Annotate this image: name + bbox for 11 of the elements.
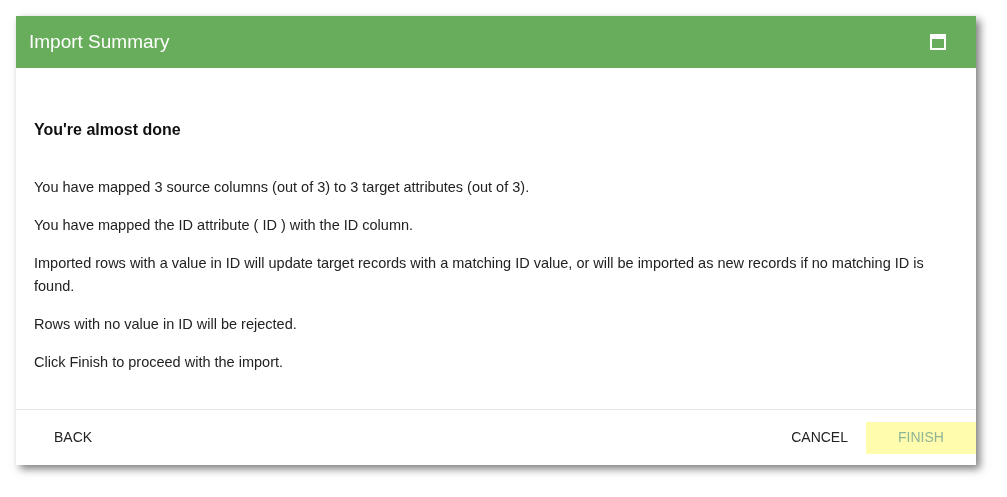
paragraph: Click Finish to proceed with the import. (34, 353, 284, 372)
dialog-button[interactable]: CANCEL (773, 421, 866, 454)
heading: You're almost done (34, 120, 182, 140)
paragraph: You have mapped 3 source columns (out of 3) to 3 target attributes (out of 3). (34, 178, 531, 197)
paragraph: Rows with no value in ID will be rejected. (34, 315, 298, 334)
paragraph: Imported rows with a value in ID will update target records with a matching ID value, or will be imported as new records if no matching ID is found. (34, 254, 925, 296)
window-title: Import Summary (29, 29, 170, 54)
maximize-button[interactable] (930, 34, 946, 50)
paragraph: You have mapped the ID attribute ( ID ) with the ID column. (34, 216, 415, 235)
maximize-icon (930, 34, 946, 50)
dialog-button[interactable]: BACK (36, 421, 111, 454)
